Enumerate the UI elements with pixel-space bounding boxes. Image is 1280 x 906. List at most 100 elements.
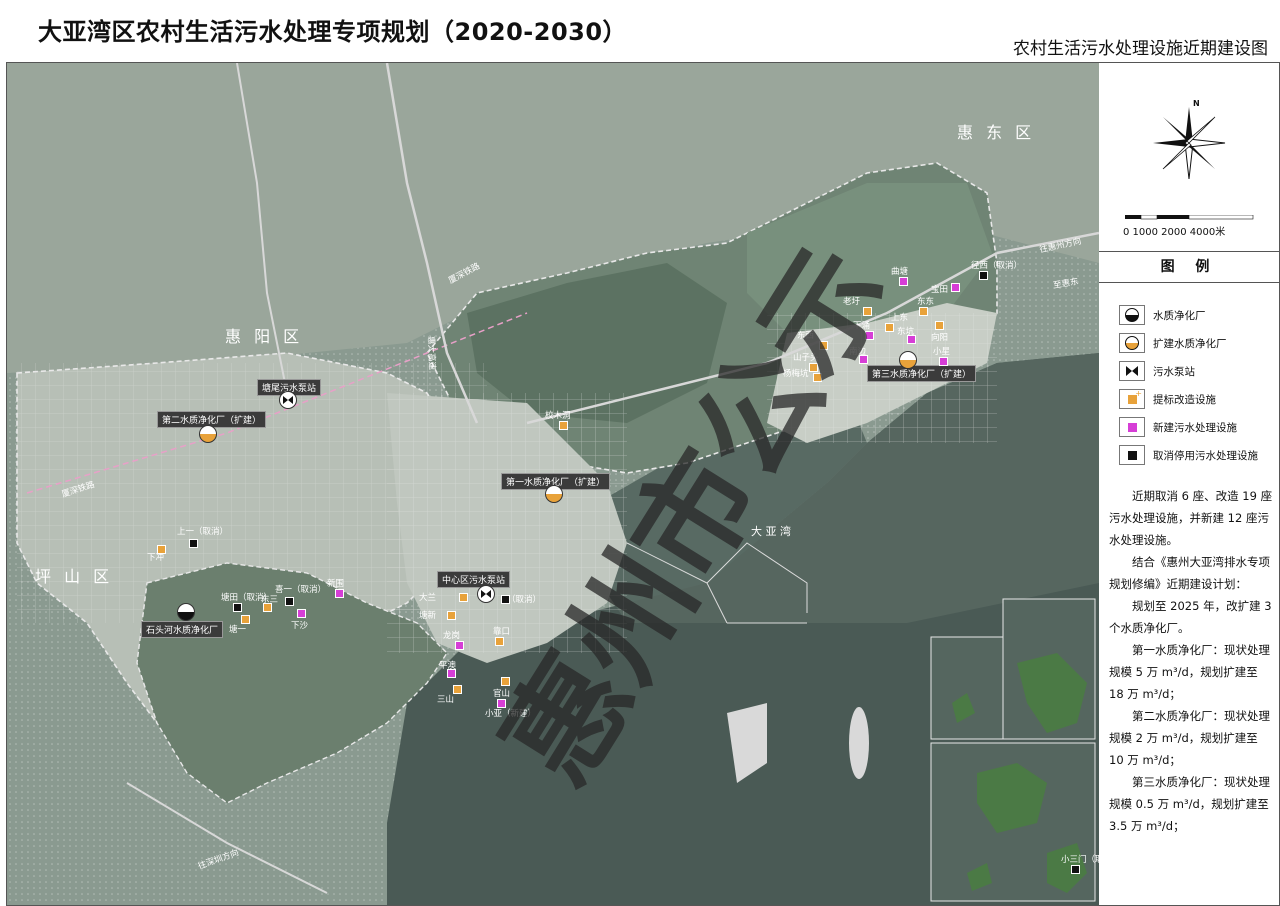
legend-label: 污水泵站 <box>1153 365 1195 378</box>
magenta-square-icon[interactable] <box>447 669 456 678</box>
site-label-dongdong: 东东 <box>917 297 935 307</box>
orange-square-plus-icon[interactable] <box>819 341 828 350</box>
site-label-guan: 官山 <box>493 689 511 699</box>
legend-label: 新建污水处理设施 <box>1153 421 1237 434</box>
orange-square-plus-icon[interactable] <box>453 685 462 694</box>
north-arrow-icon: N <box>1149 99 1229 183</box>
site-label-baotian: 宝田 <box>931 285 949 295</box>
legend-item: 取消停用污水处理设施 <box>1119 441 1258 469</box>
orange-square-plus-icon[interactable] <box>559 421 568 430</box>
bowtie-icon <box>1119 361 1145 381</box>
header-bar: 大亚湾区农村生活污水处理专项规划（2020-2030） 农村生活污水处理设施近期… <box>0 0 1280 62</box>
legend-label: 扩建水质净化厂 <box>1153 337 1227 350</box>
site-label-kaokou: 靠口 <box>493 627 511 637</box>
orange-square-plus-icon[interactable] <box>157 545 166 554</box>
site-label-xiaoxing: 小星 <box>933 347 951 357</box>
legend-item: 扩建水质净化厂 <box>1119 329 1258 357</box>
legend-item: 水质净化厂 <box>1119 301 1258 329</box>
magenta-square-icon[interactable] <box>297 609 306 618</box>
site-label-xiaoyi: 小亚（新建） <box>485 709 537 719</box>
site-label-tangyi: 塘一 <box>229 625 247 635</box>
black-square-icon[interactable] <box>1071 865 1080 874</box>
magenta-square-icon[interactable] <box>939 357 948 366</box>
half-orange-circle-icon[interactable] <box>199 425 217 443</box>
orange-square-plus-icon[interactable] <box>935 321 944 330</box>
site-label-shangdong: 上东 <box>891 313 909 323</box>
magenta-square-icon[interactable] <box>951 283 960 292</box>
site-label-shangyi: 上一（取消） <box>177 527 229 537</box>
magenta-square-icon[interactable] <box>907 335 916 344</box>
half-orange-circle-icon <box>1119 333 1145 353</box>
legend-item: + 提标改造设施 <box>1119 385 1258 413</box>
legend-item: 新建污水处理设施 <box>1119 413 1258 441</box>
site-label-laohu: 老圩 <box>843 297 861 307</box>
magenta-square-icon[interactable] <box>455 641 464 650</box>
site-label-xiayong: 东西 <box>797 331 815 341</box>
site-label-jingxi: 径西（取消） <box>971 261 1023 271</box>
magenta-square-icon[interactable] <box>865 331 874 340</box>
page-title: 大亚湾区农村生活污水处理专项规划（2020-2030） <box>38 18 628 46</box>
legend-label: 提标改造设施 <box>1153 393 1216 406</box>
black-square-icon[interactable] <box>233 603 242 612</box>
half-orange-circle-icon[interactable] <box>899 351 917 369</box>
north-label: N <box>1193 99 1200 108</box>
half-orange-circle-icon[interactable] <box>545 485 563 503</box>
region-label-huiyang: 惠 阳 区 <box>225 327 304 346</box>
orange-square-plus-icon[interactable] <box>241 615 250 624</box>
site-label-xiaosanmen: 小三门（取消） <box>1061 855 1099 865</box>
orange-square-plus-icon[interactable] <box>263 603 272 612</box>
map-panel[interactable]: 惠 东 区 惠 阳 区 坪 山 区 大 亚 湾 厦深铁路 厦深铁路 往惠州方向 … <box>6 62 1100 906</box>
magenta-square-icon <box>1119 417 1145 437</box>
site-label-shanzitou: 山子头 <box>793 353 819 363</box>
black-square-icon[interactable] <box>285 597 294 606</box>
site-label-xiechong: 下涌 <box>853 321 871 331</box>
site-label-xiaomu: 校木洞 <box>545 411 571 421</box>
plant-label-third[interactable]: 第三水质净化厂（扩建） <box>867 365 977 382</box>
orange-square-plus-icon[interactable] <box>495 637 504 646</box>
black-square-icon[interactable] <box>979 271 988 280</box>
site-label-yangmei: 杨梅坑 <box>783 369 809 379</box>
pump-label-center[interactable]: 中心区污水泵站 <box>437 571 511 588</box>
map-subtitle: 农村生活污水处理设施近期建设图 <box>1013 39 1268 59</box>
orange-square-plus-icon[interactable] <box>447 611 456 620</box>
orange-square-plus-icon[interactable] <box>919 307 928 316</box>
bowtie-icon[interactable] <box>279 391 297 409</box>
legend-item: 污水泵站 <box>1119 357 1258 385</box>
scale-labels: 0 1000 2000 4000米 <box>1123 227 1226 238</box>
site-label-xiasha: 下沙 <box>291 621 309 631</box>
magenta-square-icon[interactable] <box>497 699 506 708</box>
orange-square-plus-icon[interactable] <box>885 323 894 332</box>
site-label-center-cancel: （取消） <box>507 595 542 605</box>
magenta-square-icon[interactable] <box>899 277 908 286</box>
site-label-sanshan: 三山 <box>437 695 455 705</box>
half-black-circle-icon <box>1119 305 1145 325</box>
note-paragraph: 结合《惠州大亚湾排水专项规划修编》近期建设计划： <box>1109 555 1270 591</box>
orange-square-plus-icon[interactable] <box>501 677 510 686</box>
region-label-huidong: 惠 东 区 <box>957 123 1036 142</box>
site-label-tangxin: 塘新 <box>419 611 437 621</box>
region-label-pingshan: 坪 山 区 <box>35 567 114 586</box>
orange-square-plus-icon[interactable] <box>809 363 818 372</box>
orange-square-plus-icon[interactable] <box>863 307 872 316</box>
half-black-circle-icon[interactable] <box>177 603 195 621</box>
site-label-xinwei: 新围 <box>327 579 345 589</box>
orange-square-plus-icon[interactable] <box>813 373 822 382</box>
magenta-square-icon[interactable] <box>859 355 868 364</box>
legend: 水质净化厂 扩建水质净化厂 污水泵站 + 提标改造设施 新建污水处理设施 取消停… <box>1119 301 1258 469</box>
legend-title: 图 例 <box>1099 251 1279 283</box>
site-label-qutang: 曲塘 <box>891 267 909 277</box>
site-label-longgang: 龙岗 <box>443 631 461 641</box>
note-paragraph: 第一水质净化厂：现状处理规模 5 万 m³/d，规划扩建至 18 万 m³/d； <box>1109 643 1270 701</box>
site-label-dongxi2: 向阳 <box>931 333 949 343</box>
bowtie-icon[interactable] <box>477 585 495 603</box>
black-square-icon[interactable] <box>189 539 198 548</box>
note-paragraph: 第三水质净化厂：现状处理规模 0.5 万 m³/d，规划扩建至 3.5 万 m³… <box>1109 775 1270 833</box>
magenta-square-icon[interactable] <box>335 589 344 598</box>
black-square-icon[interactable] <box>501 595 510 604</box>
legend-label: 取消停用污水处理设施 <box>1153 449 1258 462</box>
plant-label-shitouhe[interactable]: 石头河水质净化厂 <box>141 621 224 638</box>
orange-square-plus-icon[interactable] <box>459 593 468 602</box>
notes-text: 近期取消 6 座、改造 19 座污水处理设施，并新建 12 座污水处理设施。 结… <box>1109 485 1275 837</box>
legend-label: 水质净化厂 <box>1153 309 1206 322</box>
black-square-icon <box>1119 445 1145 465</box>
